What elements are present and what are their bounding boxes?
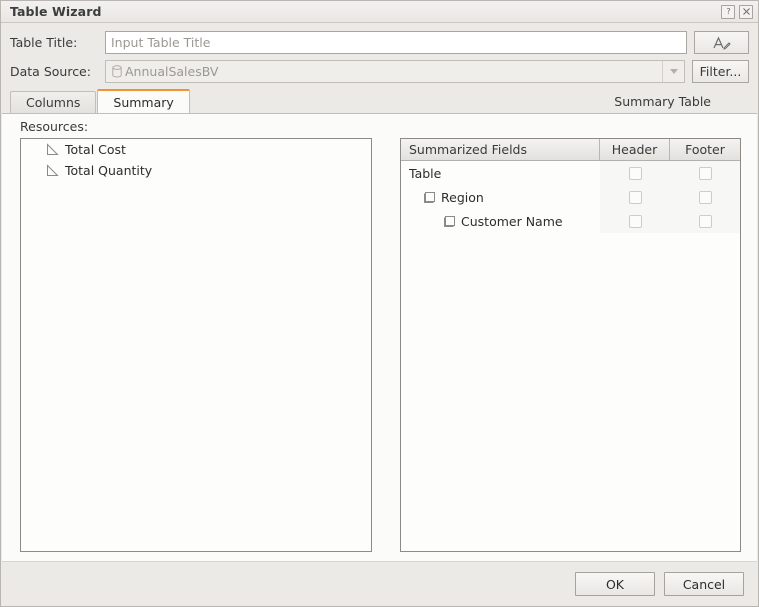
cancel-button[interactable]: Cancel [664,572,744,596]
resources-column: Total Cost Total Quantity [20,138,372,552]
panel-columns: Total Cost Total Quantity Summarized Fie… [11,138,748,552]
footer-checkbox[interactable] [699,215,712,228]
data-source-value: AnnualSalesBV [125,64,662,79]
footer-checkbox-cell[interactable] [670,215,740,228]
resources-listbox[interactable]: Total Cost Total Quantity [20,138,372,552]
dialog-footer: OK Cancel [1,562,758,606]
table-title-input[interactable]: Input Table Title [105,31,687,54]
data-source-select[interactable]: AnnualSalesBV [105,60,685,83]
resources-label: Resources: [20,119,748,134]
column-gap [372,138,400,552]
table-row[interactable]: Region [401,185,740,209]
table-row[interactable]: Customer Name [401,209,740,233]
table-wizard-dialog: Table Wizard ? Table Title: Input Table … [0,0,759,607]
tab-strip: Columns Summary Summary Table [1,89,758,113]
summary-table-label: Summary Table [614,94,758,113]
table-title-row: Table Title: Input Table Title [10,31,749,54]
column-header-summarized-fields[interactable]: Summarized Fields [401,139,600,160]
list-item[interactable]: Total Quantity [21,160,371,181]
title-bar-buttons: ? [721,5,753,19]
footer-checkbox-cell[interactable] [670,191,740,204]
summarized-fields-grid[interactable]: Summarized Fields Header Footer Table [400,138,741,552]
measure-triangle-icon [46,143,59,156]
row-label-cell: Table [401,166,600,181]
row-label: Region [441,190,484,205]
header-checkbox-cell[interactable] [600,215,670,228]
ok-button[interactable]: OK [575,572,655,596]
list-item-label: Total Cost [65,142,126,157]
measure-triangle-icon [46,164,59,177]
tab-columns[interactable]: Columns [10,91,96,113]
table-title-placeholder: Input Table Title [111,35,210,50]
help-icon[interactable]: ? [721,5,735,19]
table-group-icon [423,191,436,204]
table-row[interactable]: Table [401,161,740,185]
header-checkbox-cell[interactable] [600,191,670,204]
row-label-cell: Customer Name [401,214,600,229]
title-bar: Table Wizard ? [1,1,758,23]
row-label: Table [409,166,441,181]
form-area: Table Title: Input Table Title Data Sour… [1,23,758,89]
grid-body: Table [401,161,740,233]
summarized-fields-column: Summarized Fields Header Footer Table [400,138,741,552]
header-checkbox-cell[interactable] [600,167,670,180]
close-x-glyph [742,7,751,16]
database-cylinder-icon [111,65,123,78]
tab-summary[interactable]: Summary [97,89,189,113]
footer-checkbox-cell[interactable] [670,167,740,180]
window-title: Table Wizard [10,4,721,19]
table-title-label: Table Title: [10,35,105,50]
footer-checkbox[interactable] [699,167,712,180]
header-checkbox[interactable] [629,167,642,180]
row-label-cell: Region [401,190,600,205]
question-mark-glyph: ? [724,7,733,16]
summary-tab-panel: Resources: Total Cost Total Qua [2,113,757,562]
list-item[interactable]: Total Cost [21,139,371,160]
column-header-header[interactable]: Header [600,139,670,160]
header-checkbox[interactable] [629,215,642,228]
table-group-icon [443,215,456,228]
chevron-down-icon[interactable] [662,61,684,82]
data-source-label: Data Source: [10,64,105,79]
footer-checkbox[interactable] [699,191,712,204]
header-checkbox[interactable] [629,191,642,204]
format-font-button[interactable] [694,31,749,54]
list-item-label: Total Quantity [65,163,152,178]
column-header-footer[interactable]: Footer [670,139,740,160]
font-format-icon [712,35,732,51]
grid-header-row: Summarized Fields Header Footer [401,139,740,161]
caret-glyph [670,69,678,74]
svg-text:?: ? [726,7,730,16]
close-icon[interactable] [739,5,753,19]
data-source-row: Data Source: AnnualSalesBV Filter... [10,60,749,83]
filter-button[interactable]: Filter... [692,60,749,83]
row-label: Customer Name [461,214,563,229]
